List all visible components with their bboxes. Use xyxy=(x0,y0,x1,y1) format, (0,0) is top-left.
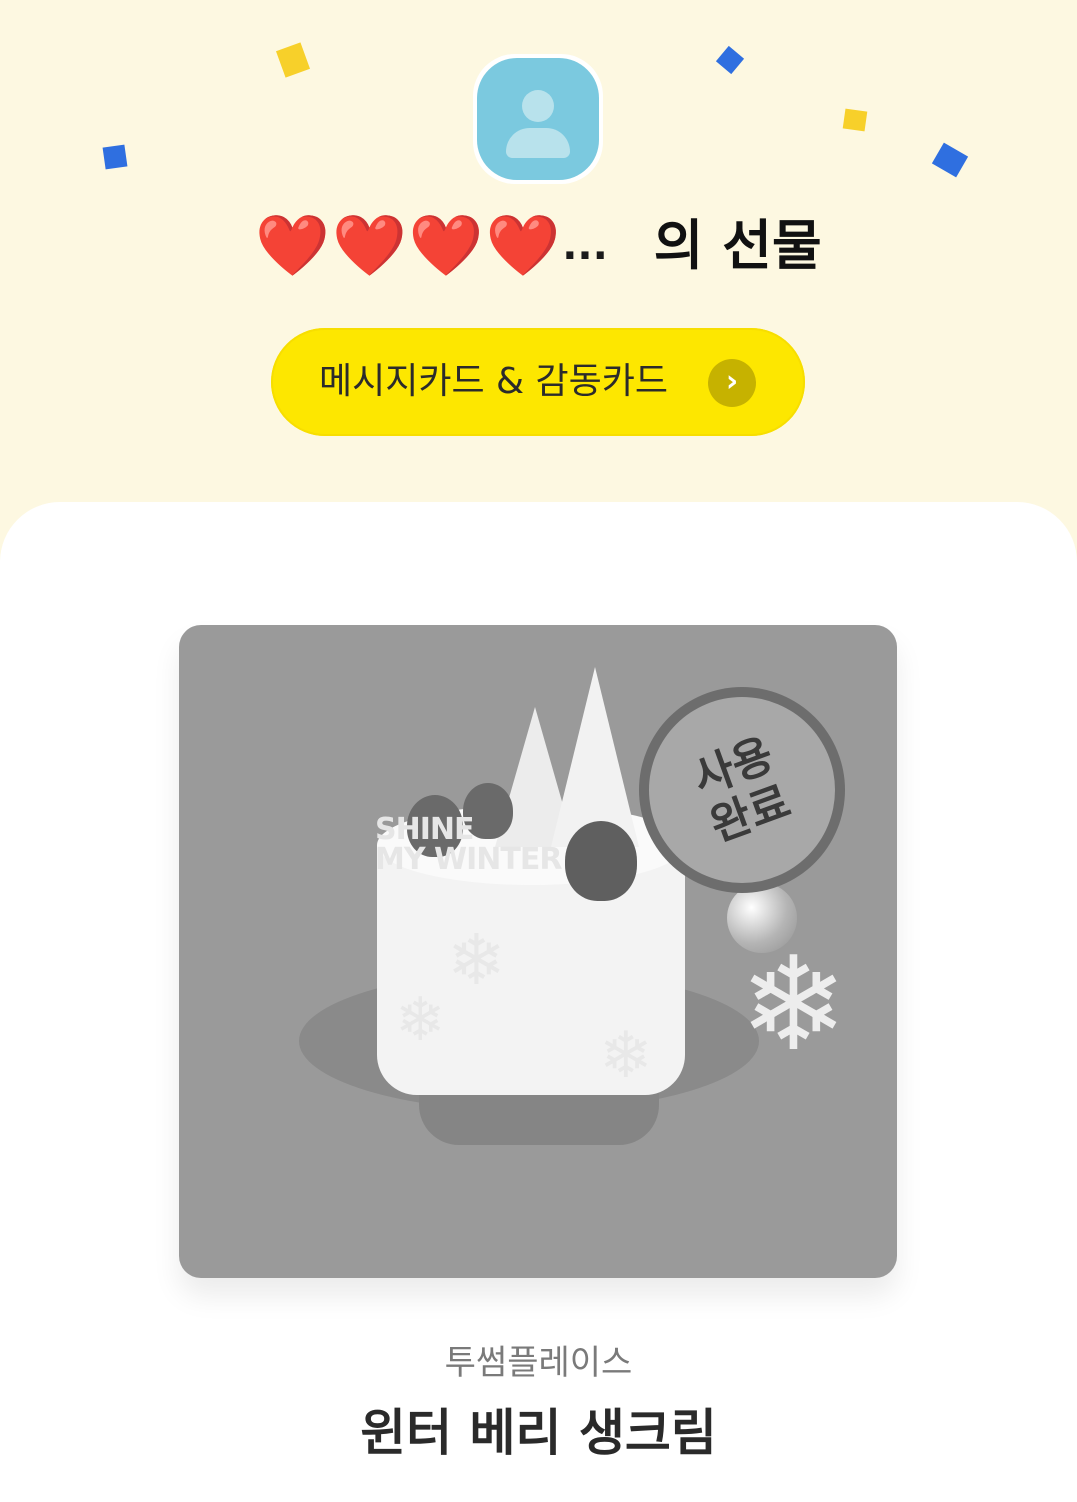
message-card-button[interactable]: 메시지카드 & 감동카드 › xyxy=(271,328,805,436)
confetti-blue xyxy=(715,45,745,75)
confetti-blue xyxy=(102,144,128,170)
gift-suffix: 의 선물 xyxy=(653,214,822,277)
snowflake-icon: ❄ xyxy=(395,985,446,1055)
gift-title: ❤️❤️❤️❤️... 의 선물 xyxy=(0,206,1077,286)
snowflake-icon: ❄ xyxy=(599,1019,653,1093)
cake-topper-text-line1: SHINE xyxy=(375,812,474,847)
snowflake-icon: ❄ xyxy=(739,928,848,1080)
confetti-yellow xyxy=(842,108,868,132)
ornament-bubble xyxy=(727,883,797,953)
sender-name-ellipsis: ... xyxy=(562,223,608,269)
confetti-yellow xyxy=(275,42,311,78)
product-image[interactable]: SHINE MY WINTER ❄ ❄ ❄ ❄ 사용 완료 xyxy=(179,625,897,1278)
chevron-right-icon: › xyxy=(708,359,756,407)
confetti-blue xyxy=(931,142,969,178)
sender-avatar[interactable] xyxy=(473,54,603,184)
snowflake-icon: ❄ xyxy=(447,919,506,1001)
default-profile-icon xyxy=(477,58,599,180)
product-brand: 투썸플레이스 xyxy=(444,1343,633,1383)
gift-header: ❤️❤️❤️❤️... 의 선물 메시지카드 & 감동카드 › xyxy=(0,0,1077,560)
sender-name: ❤️❤️❤️❤️ xyxy=(255,211,563,281)
used-stamp: 사용 완료 xyxy=(639,687,845,893)
strawberry xyxy=(565,821,637,901)
product-name: 윈터 베리 생크림 xyxy=(360,1404,717,1462)
cake-topper-text: SHINE MY WINTER xyxy=(375,812,562,877)
message-card-label: 메시지카드 & 감동카드 xyxy=(319,361,669,402)
tree-topper xyxy=(551,667,639,847)
cake-topper-text-line2: MY WINTER xyxy=(375,842,562,877)
